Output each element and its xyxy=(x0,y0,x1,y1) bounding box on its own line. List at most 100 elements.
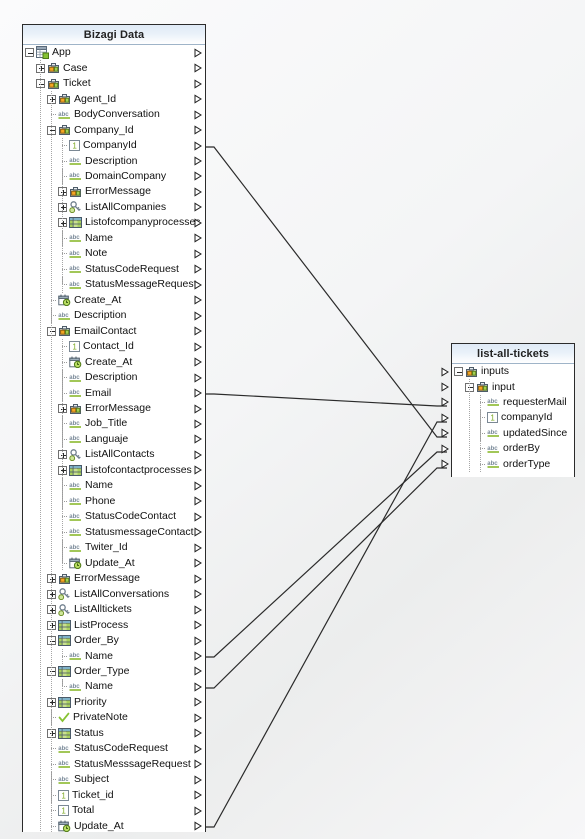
node-input-tree[interactable]: inputs input abc requesterMail 1 companyId abc… xyxy=(441,364,574,477)
output-port-arrow-wrap[interactable] xyxy=(194,775,202,785)
output-port-arrow-wrap[interactable] xyxy=(194,434,202,444)
output-port-arrow[interactable] xyxy=(194,171,202,181)
output-port-arrow-wrap[interactable] xyxy=(194,264,202,274)
output-port-arrow-wrap[interactable] xyxy=(194,63,202,73)
output-port-arrow[interactable] xyxy=(194,280,202,290)
tree-row[interactable]: input xyxy=(441,379,574,394)
output-port-arrow[interactable] xyxy=(194,806,202,816)
output-port-arrow[interactable] xyxy=(194,63,202,73)
input-port-arrow[interactable] xyxy=(441,413,449,423)
output-port-arrow-wrap[interactable] xyxy=(194,249,202,259)
output-port-arrow-wrap[interactable] xyxy=(194,233,202,243)
output-port-arrow-wrap[interactable] xyxy=(194,156,202,166)
input-port-arrow[interactable] xyxy=(441,444,449,454)
output-port-arrow-wrap[interactable] xyxy=(194,465,202,475)
output-port-arrow[interactable] xyxy=(194,249,202,259)
output-port-arrow[interactable] xyxy=(194,342,202,352)
data-tree[interactable]: App Case Ticket Agent_Id abc BodyConversation… xyxy=(23,45,205,832)
input-port-arrow[interactable] xyxy=(441,459,449,469)
output-port-arrow-wrap[interactable] xyxy=(194,682,202,692)
output-port-arrow-wrap[interactable] xyxy=(194,651,202,661)
output-port-arrow[interactable] xyxy=(194,713,202,723)
output-port-arrow[interactable] xyxy=(194,373,202,383)
output-port-arrow[interactable] xyxy=(194,697,202,707)
connector-CompanyId-to-companyId[interactable] xyxy=(206,146,447,438)
input-port-arrow-wrap[interactable] xyxy=(441,397,449,407)
input-port-arrow[interactable] xyxy=(441,367,449,377)
output-port-arrow[interactable] xyxy=(194,728,202,738)
output-port-arrow[interactable] xyxy=(194,527,202,537)
output-port-arrow-wrap[interactable] xyxy=(194,543,202,553)
output-port-arrow-wrap[interactable] xyxy=(194,187,202,197)
output-port-arrow[interactable] xyxy=(194,821,202,831)
output-port-arrow-wrap[interactable] xyxy=(194,357,202,367)
output-port-arrow[interactable] xyxy=(194,682,202,692)
output-port-arrow-wrap[interactable] xyxy=(194,481,202,491)
output-port-arrow[interactable] xyxy=(194,589,202,599)
output-port-arrow-wrap[interactable] xyxy=(194,821,202,831)
output-port-arrow[interactable] xyxy=(194,125,202,135)
output-port-arrow[interactable] xyxy=(194,326,202,336)
output-port-arrow[interactable] xyxy=(194,574,202,584)
output-port-arrow[interactable] xyxy=(194,543,202,553)
output-port-arrow[interactable] xyxy=(194,620,202,630)
connector-Email-to-requesterMail[interactable] xyxy=(206,393,447,407)
input-port-arrow-wrap[interactable] xyxy=(441,459,449,469)
output-port-arrow-wrap[interactable] xyxy=(194,373,202,383)
output-port-arrow-wrap[interactable] xyxy=(194,110,202,120)
output-port-arrow-wrap[interactable] xyxy=(194,744,202,754)
input-port-arrow[interactable] xyxy=(441,382,449,392)
output-port-arrow[interactable] xyxy=(194,419,202,429)
output-port-arrow-wrap[interactable] xyxy=(194,512,202,522)
output-port-arrow-wrap[interactable] xyxy=(194,558,202,568)
tree-row[interactable]: Ticket xyxy=(23,76,205,91)
output-port-arrow[interactable] xyxy=(194,48,202,58)
output-port-arrow-wrap[interactable] xyxy=(194,404,202,414)
output-port-arrow[interactable] xyxy=(194,357,202,367)
output-port-arrow-wrap[interactable] xyxy=(194,311,202,321)
input-port-arrow-wrap[interactable] xyxy=(441,382,449,392)
output-port-arrow[interactable] xyxy=(194,512,202,522)
output-port-arrow-wrap[interactable] xyxy=(194,496,202,506)
output-port-arrow[interactable] xyxy=(194,605,202,615)
output-port-arrow[interactable] xyxy=(194,141,202,151)
output-port-arrow-wrap[interactable] xyxy=(194,636,202,646)
output-port-arrow-wrap[interactable] xyxy=(194,605,202,615)
output-port-arrow[interactable] xyxy=(194,311,202,321)
tree-row[interactable]: abc orderBy xyxy=(441,441,574,457)
output-port-arrow-wrap[interactable] xyxy=(194,218,202,228)
output-port-arrow-wrap[interactable] xyxy=(194,589,202,599)
output-port-arrow[interactable] xyxy=(194,264,202,274)
tree-row[interactable]: abc updatedSince xyxy=(441,425,574,441)
output-port-arrow[interactable] xyxy=(194,636,202,646)
output-port-arrow-wrap[interactable] xyxy=(194,620,202,630)
output-port-arrow[interactable] xyxy=(194,295,202,305)
output-port-arrow-wrap[interactable] xyxy=(194,141,202,151)
output-port-arrow-wrap[interactable] xyxy=(194,450,202,460)
output-port-arrow[interactable] xyxy=(194,496,202,506)
output-port-arrow-wrap[interactable] xyxy=(194,326,202,336)
input-port-arrow-wrap[interactable] xyxy=(441,428,449,438)
output-port-arrow-wrap[interactable] xyxy=(194,388,202,398)
output-port-arrow-wrap[interactable] xyxy=(194,202,202,212)
output-port-arrow[interactable] xyxy=(194,110,202,120)
input-port-arrow[interactable] xyxy=(441,397,449,407)
output-port-arrow-wrap[interactable] xyxy=(194,79,202,89)
output-port-arrow[interactable] xyxy=(194,558,202,568)
output-port-arrow[interactable] xyxy=(194,759,202,769)
input-port-arrow-wrap[interactable] xyxy=(441,413,449,423)
output-port-arrow-wrap[interactable] xyxy=(194,171,202,181)
output-port-arrow-wrap[interactable] xyxy=(194,728,202,738)
output-port-arrow[interactable] xyxy=(194,202,202,212)
output-port-arrow[interactable] xyxy=(194,404,202,414)
output-port-arrow-wrap[interactable] xyxy=(194,419,202,429)
output-port-arrow[interactable] xyxy=(194,651,202,661)
tree-row[interactable]: abc requesterMail xyxy=(441,394,574,410)
tree-row[interactable]: 1 companyId xyxy=(441,410,574,426)
output-port-arrow-wrap[interactable] xyxy=(194,125,202,135)
collapse-icon[interactable] xyxy=(454,367,463,377)
output-port-arrow-wrap[interactable] xyxy=(194,697,202,707)
output-port-arrow[interactable] xyxy=(194,744,202,754)
output-port-arrow-wrap[interactable] xyxy=(194,295,202,305)
output-port-arrow-wrap[interactable] xyxy=(194,94,202,104)
